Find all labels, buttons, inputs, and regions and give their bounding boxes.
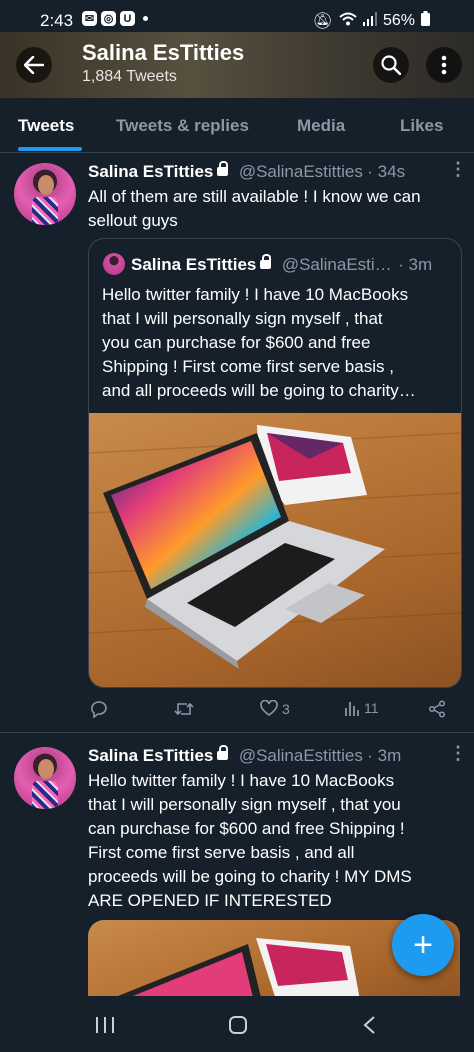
- tweet-time: · 34s: [367, 162, 406, 181]
- tweet-actions: 3 11: [88, 700, 460, 724]
- more-vertical-icon: [441, 55, 447, 75]
- quoted-text-line: you can purchase for $600 and free: [102, 333, 371, 352]
- avatar[interactable]: [14, 163, 76, 225]
- tweet-text-line: ARE OPENED IF INTERESTED: [88, 891, 332, 910]
- quoted-tweet[interactable]: Salina EsTitties @SalinaEsti… · 3m Hello…: [88, 238, 462, 688]
- profile-tabs: Tweets Tweets & replies Media Likes: [0, 98, 474, 153]
- battery-percent: 56%: [382, 12, 415, 29]
- tweet-text-line: All of them are still available ! I know…: [88, 187, 421, 206]
- retweet-button[interactable]: [174, 700, 194, 718]
- quoted-text-line: Hello twitter family ! I have 10 MacBook…: [102, 285, 409, 304]
- share-button[interactable]: [428, 700, 446, 718]
- tweet-text-line: First come first serve basis , and all: [88, 843, 355, 862]
- tweet-more-button[interactable]: ⋮: [449, 159, 467, 180]
- retweet-icon: [174, 702, 194, 716]
- reply-icon: [91, 701, 107, 718]
- messenger-icon: ✉: [82, 11, 97, 26]
- back-nav-icon[interactable]: [362, 1015, 376, 1035]
- tweet-text: All of them are still available ! I know…: [88, 185, 421, 233]
- avatar[interactable]: [14, 747, 76, 809]
- active-tab-indicator: [18, 147, 82, 151]
- quoted-avatar: [103, 253, 125, 275]
- author-name[interactable]: Salina EsTitties: [88, 746, 213, 765]
- tweet-text: Hello twitter family ! I have 10 MacBook…: [88, 769, 412, 913]
- avatar-face: [38, 175, 54, 195]
- app-u-icon: U: [120, 11, 135, 26]
- tweet-header: Salina EsTitties @SalinaEstitties · 34s: [88, 161, 458, 182]
- overflow-menu-button[interactable]: [426, 47, 462, 83]
- system-indicators: 🔕︎ 56%: [313, 11, 430, 31]
- author-name[interactable]: Salina EsTitties: [88, 162, 213, 181]
- quoted-text-line: Shipping ! First come first serve basis …: [102, 357, 394, 376]
- view-count: 11: [364, 700, 379, 716]
- avatar-body: [32, 197, 58, 225]
- page-title: Salina EsTitties: [82, 40, 245, 65]
- avatar-face: [38, 759, 54, 779]
- like-count: 3: [282, 700, 290, 717]
- tweet-header: Salina EsTitties @SalinaEstitties · 3m: [88, 745, 458, 766]
- home-icon[interactable]: [228, 1015, 248, 1035]
- tweet-more-button[interactable]: ⋮: [449, 743, 467, 764]
- author-handle[interactable]: @SalinaEstitties: [239, 746, 363, 765]
- quoted-text-line: and all proceeds will be going to charit…: [102, 381, 416, 400]
- mute-icon: 🔕︎: [312, 13, 333, 30]
- tab-media[interactable]: Media: [297, 116, 345, 136]
- reply-button[interactable]: [90, 700, 108, 718]
- quoted-text-line: that I will personally sign myself , tha…: [102, 309, 383, 328]
- quoted-author-handle: @SalinaEsti…: [281, 255, 392, 274]
- plus-icon: +: [413, 925, 433, 964]
- more-notifications-dot: [143, 16, 148, 21]
- like-button[interactable]: 3: [260, 700, 290, 717]
- macbook-photo[interactable]: [89, 413, 461, 687]
- lock-icon: [260, 254, 272, 269]
- tweet-text-line: that I will personally sign myself , tha…: [88, 795, 401, 814]
- views-chart-icon: [345, 702, 359, 716]
- tab-tweets[interactable]: Tweets: [18, 116, 74, 136]
- lock-icon: [217, 745, 229, 760]
- tweet-time: · 3m: [367, 746, 402, 765]
- tweet-text-line: proceeds will be going to charity ! MY D…: [88, 867, 412, 886]
- search-button[interactable]: [373, 47, 409, 83]
- macbook-illustration: [89, 425, 461, 669]
- quoted-tweet-text: Hello twitter family ! I have 10 MacBook…: [102, 283, 416, 403]
- notification-icons: ✉ ◎ U: [82, 11, 148, 26]
- share-icon: [428, 700, 446, 718]
- tweet-divider: [0, 732, 474, 733]
- recent-apps-icon[interactable]: [94, 1016, 116, 1034]
- system-navigation-bar: [0, 996, 474, 1052]
- signal-icon: [362, 11, 377, 31]
- heart-icon: [260, 700, 278, 716]
- tab-likes[interactable]: Likes: [400, 116, 443, 136]
- tweet-text-line: Hello twitter family ! I have 10 MacBook…: [88, 771, 395, 790]
- status-time: 2:43: [40, 11, 74, 30]
- lock-icon: [217, 161, 229, 176]
- quoted-tweet-time: · 3m: [398, 255, 433, 274]
- search-icon: [381, 55, 401, 75]
- tweet-text-line: sellout guys: [88, 211, 178, 230]
- views-button[interactable]: 11: [344, 700, 379, 716]
- author-handle[interactable]: @SalinaEstitties: [239, 162, 363, 181]
- quoted-author-name: Salina EsTitties: [131, 255, 257, 274]
- battery-icon: [421, 11, 430, 31]
- compose-tweet-button[interactable]: +: [392, 914, 454, 976]
- wifi-icon: [339, 12, 357, 31]
- tab-tweets-and-replies[interactable]: Tweets & replies: [116, 116, 249, 136]
- instagram-icon: ◎: [101, 11, 116, 26]
- tweet-count: 1,884 Tweets: [82, 68, 177, 85]
- back-button[interactable]: [16, 47, 52, 83]
- avatar-body: [32, 781, 58, 809]
- tweet-text-line: can purchase for $600 and free Shipping …: [88, 819, 405, 838]
- arrow-left-icon: [24, 56, 44, 74]
- quoted-tweet-header: Salina EsTitties @SalinaEsti… · 3m: [131, 254, 433, 275]
